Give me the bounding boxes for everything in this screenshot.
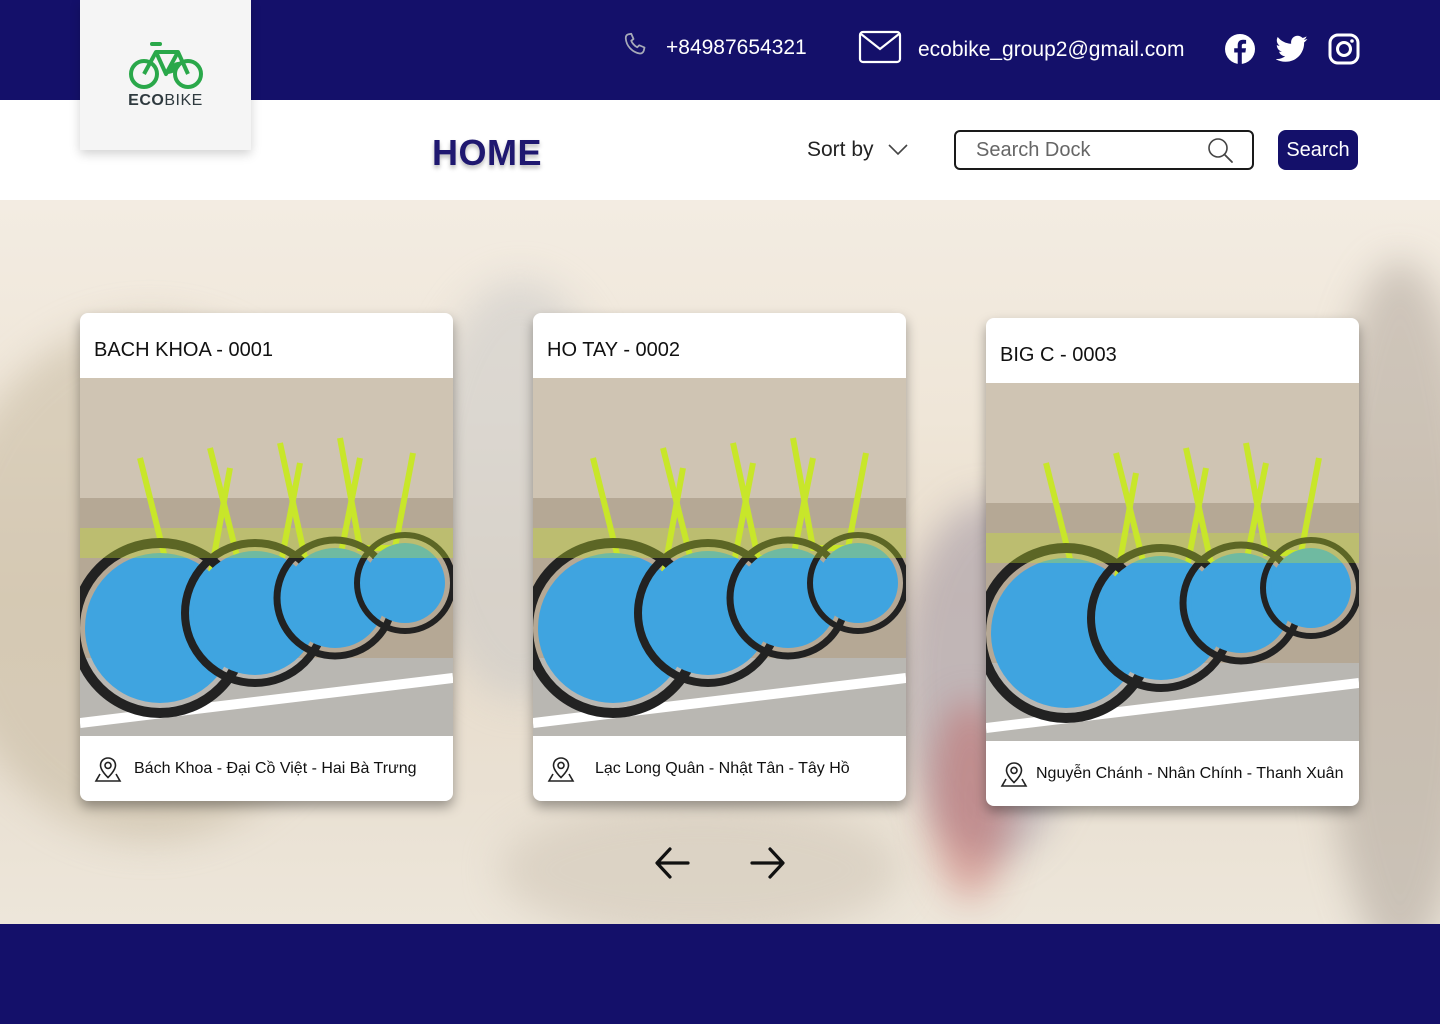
arrow-right-icon[interactable] (750, 843, 786, 888)
facebook-icon[interactable] (1224, 33, 1256, 65)
phone-contact[interactable]: +84987654321 (620, 30, 807, 66)
dock-title: BACH KHOA - 0001 (94, 339, 273, 361)
email-contact[interactable]: ecobike_group2@gmail.com (858, 30, 1184, 70)
dock-image (80, 378, 453, 736)
dock-card[interactable]: HO TAY - 0002 Lạc Long Quân - Nhật Tân -… (533, 313, 906, 801)
search-button[interactable]: Search (1278, 130, 1358, 170)
logo-text: ECOBIKE (128, 92, 203, 109)
twitter-icon[interactable] (1276, 35, 1308, 63)
location-pin-icon (1000, 760, 1028, 788)
location-pin-icon (94, 755, 122, 783)
phone-icon (620, 30, 650, 66)
logo[interactable]: ECOBIKE (80, 0, 251, 150)
dock-image (986, 383, 1359, 741)
email-address: ecobike_group2@gmail.com (918, 38, 1185, 61)
dock-address-text: Nguyễn Chánh - Nhân Chính - Thanh Xuân (1036, 764, 1344, 782)
phone-number: +84987654321 (666, 36, 807, 59)
dock-address: Lạc Long Quân - Nhật Tân - Tây Hồ (533, 736, 906, 801)
dock-card[interactable]: BACH KHOA - 0001 Bách Khoa - Đại Cồ Việt… (80, 313, 453, 801)
dock-address: Bách Khoa - Đại Cồ Việt - Hai Bà Trưng (80, 736, 453, 801)
background-blur (500, 800, 900, 924)
dock-address-text: Lạc Long Quân - Nhật Tân - Tây Hồ (595, 759, 850, 777)
sort-dropdown[interactable]: Sort by (807, 138, 908, 162)
chevron-down-icon (887, 144, 908, 156)
arrow-left-icon[interactable] (654, 843, 690, 888)
dock-title: HO TAY - 0002 (547, 339, 681, 361)
search-icon[interactable] (1206, 136, 1234, 164)
footer (0, 924, 1440, 1024)
mail-icon (858, 30, 902, 70)
dock-card[interactable]: BIG C - 0003 Nguyễn Chánh - Nhân Chính -… (986, 318, 1359, 806)
sort-label: Sort by (807, 138, 874, 161)
dock-image (533, 378, 906, 736)
location-pin-icon (547, 755, 575, 783)
dock-address-text: Bách Khoa - Đại Cồ Việt - Hai Bà Trưng (134, 759, 417, 777)
search-field[interactable] (954, 130, 1254, 170)
dock-address: Nguyễn Chánh - Nhân Chính - Thanh Xuân (986, 741, 1359, 806)
instagram-icon[interactable] (1328, 33, 1360, 65)
social-links (1224, 33, 1380, 65)
bike-logo-icon (128, 42, 203, 89)
dock-title: BIG C - 0003 (1000, 344, 1117, 366)
search-input[interactable] (976, 138, 1206, 162)
page-title: HOME (432, 132, 542, 173)
